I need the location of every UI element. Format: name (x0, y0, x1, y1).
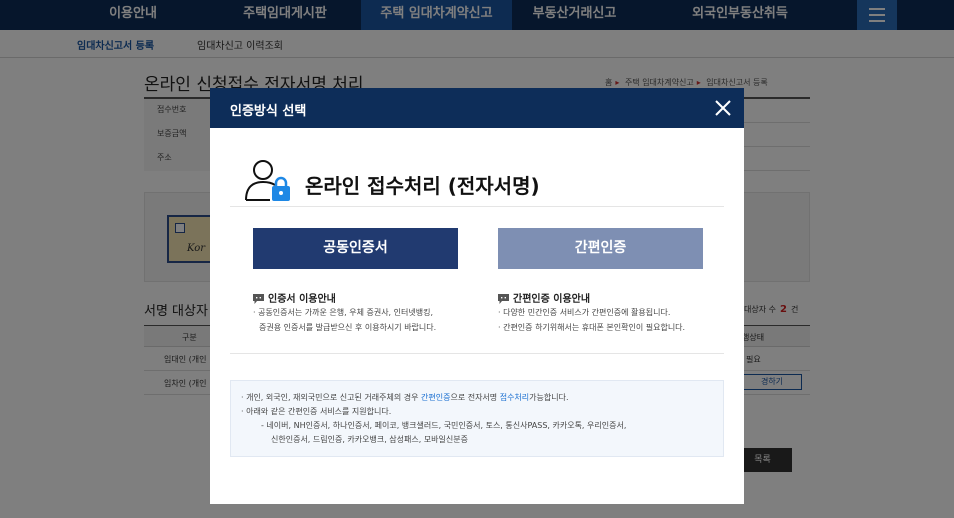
hero-divider (230, 206, 724, 207)
simple-auth-notice: · 개인, 외국인, 재외국민으로 신고된 거래주체의 경우 간편인증으로 전자… (230, 380, 724, 457)
guide-joint-title-text: 인증서 이용안내 (268, 294, 336, 305)
guide-joint-line: · 공동인증서는 가까운 은행, 우체 증권사, 인터넷뱅킹, (253, 308, 433, 317)
notice-highlight: 간편인증 (421, 393, 451, 402)
hero-title: 온라인 접수처리 (전자서명) (305, 174, 540, 198)
guide-simple-title-text: 간편인증 이용안내 (513, 294, 591, 305)
notice-highlight: 접수처리 (499, 393, 530, 402)
notice-text: 가능합니다. (529, 393, 569, 402)
notice-text: 으로 전자서명 (450, 393, 500, 402)
guide-joint-line: 증권용 인증서를 발급받으신 후 이용하시기 바랍니다. (259, 323, 437, 332)
speech-bubble-icon (253, 294, 264, 304)
notice-line: · 개인, 외국인, 재외국민으로 신고된 거래주체의 경우 간편인증으로 전자… (241, 392, 569, 403)
guide-simple-line: · 간편인증 하기위해서는 휴대폰 본인확인이 필요합니다. (498, 323, 686, 332)
guide-simple-line: · 다양한 민간인증 서비스가 간편인증에 활용됩니다. (498, 308, 671, 317)
notice-service-list: 신한인증서, 드림인증, 카카오뱅크, 삼성패스, 모바일신분증 (271, 435, 468, 444)
user-lock-icon (245, 160, 290, 201)
modal-title: 인증방식 선택 (230, 104, 307, 119)
guide-simple-title: 간편인증 이용안내 (498, 290, 590, 305)
guide-joint-title: 인증서 이용안내 (253, 290, 336, 305)
auth-method-modal: 인증방식 선택 온라인 접수처리 (전자서명) 공동인증서 간편인증 인증서 이… (210, 88, 744, 504)
close-icon[interactable] (712, 97, 734, 119)
notice-service-list: - 네이버, NH인증서, 하나인증서, 페이코, 뱅크샐러드, 국민인증서, … (261, 421, 627, 430)
notice-line: · 아래와 같은 간편인증 서비스를 지원합니다. (241, 407, 392, 416)
notice-text: · 개인, 외국인, 재외국민으로 신고된 거래주체의 경우 (241, 393, 421, 402)
modal-header: 인증방식 선택 (210, 88, 744, 128)
joint-certificate-button[interactable]: 공동인증서 (253, 228, 458, 269)
speech-bubble-icon (498, 294, 509, 304)
simple-auth-button[interactable]: 간편인증 (498, 228, 703, 269)
guide-divider (230, 353, 724, 354)
